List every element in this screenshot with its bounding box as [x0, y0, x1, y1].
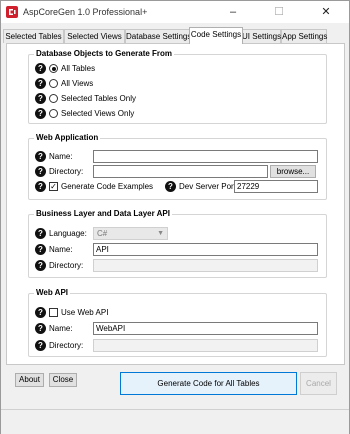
language-label: Language:: [49, 229, 87, 238]
language-select[interactable]: C# ▼: [93, 227, 168, 240]
api-name-label: Name:: [49, 245, 73, 254]
selected-tables-only-label[interactable]: Selected Tables Only: [61, 93, 136, 104]
business-layer-legend: Business Layer and Data Layer API: [34, 209, 172, 218]
app-window: AspCoreGen 1.0 Professional+ – ☐ ✕ Selec…: [0, 0, 350, 434]
minimize-button[interactable]: –: [210, 1, 256, 23]
code-settings-panel: Database Objects to Generate From ? All …: [6, 43, 345, 365]
web-app-directory-input[interactable]: [93, 165, 268, 178]
dev-port-label: Dev Server Port:: [179, 182, 239, 191]
language-select-value: C#: [97, 229, 108, 238]
help-icon[interactable]: ?: [35, 323, 46, 334]
maximize-button[interactable]: ☐: [256, 1, 302, 23]
window-title: AspCoreGen 1.0 Professional+: [23, 7, 148, 17]
business-layer-group: Business Layer and Data Layer API ? Lang…: [28, 209, 327, 278]
use-web-api-checkbox[interactable]: [49, 308, 58, 317]
all-views-radio[interactable]: [49, 79, 58, 88]
help-icon[interactable]: ?: [35, 307, 46, 318]
status-bar: [1, 409, 349, 434]
help-icon[interactable]: ?: [35, 63, 46, 74]
api-directory-label: Directory:: [49, 261, 84, 270]
help-icon[interactable]: ?: [35, 108, 46, 119]
all-tables-label[interactable]: All Tables: [61, 63, 95, 74]
tab-ui-settings[interactable]: UI Settings: [241, 29, 281, 43]
tab-selected-views[interactable]: Selected Views: [64, 29, 125, 43]
generate-examples-label[interactable]: Generate Code Examples: [61, 181, 153, 192]
tab-code-settings[interactable]: Code Settings: [189, 27, 243, 44]
dev-port-input[interactable]: 27229: [234, 180, 318, 193]
db-objects-group: Database Objects to Generate From ? All …: [28, 49, 327, 124]
help-icon[interactable]: ?: [35, 166, 46, 177]
web-app-name-input[interactable]: [93, 150, 318, 163]
close-button[interactable]: Close: [49, 373, 77, 387]
help-icon[interactable]: ?: [35, 244, 46, 255]
tab-selected-tables[interactable]: Selected Tables: [3, 29, 64, 43]
selected-views-only-radio[interactable]: [49, 109, 58, 118]
app-logo-icon: [6, 6, 18, 18]
help-icon[interactable]: ?: [35, 78, 46, 89]
browse-button[interactable]: browse...: [270, 165, 316, 178]
api-directory-input[interactable]: [93, 259, 318, 272]
all-tables-radio[interactable]: [49, 64, 58, 73]
help-icon[interactable]: ?: [35, 181, 46, 192]
tab-database-settings[interactable]: Database Settings: [125, 29, 191, 43]
web-api-legend: Web API: [34, 288, 71, 297]
generate-code-button[interactable]: Generate Code for All Tables: [120, 372, 297, 395]
web-application-group: Web Application ? Name: ? Directory: bro…: [28, 133, 327, 200]
web-api-directory-input[interactable]: [93, 339, 318, 352]
help-icon[interactable]: ?: [35, 93, 46, 104]
generate-examples-checkbox[interactable]: ✓: [49, 182, 58, 191]
web-api-directory-label: Directory:: [49, 341, 84, 350]
help-icon[interactable]: ?: [35, 151, 46, 162]
selected-views-only-label[interactable]: Selected Views Only: [61, 108, 134, 119]
help-icon[interactable]: ?: [35, 340, 46, 351]
cancel-button[interactable]: Cancel: [300, 372, 337, 395]
help-icon[interactable]: ?: [35, 260, 46, 271]
all-views-label[interactable]: All Views: [61, 78, 93, 89]
help-icon[interactable]: ?: [35, 228, 46, 239]
selected-tables-only-radio[interactable]: [49, 94, 58, 103]
title-bar: AspCoreGen 1.0 Professional+ – ☐ ✕: [1, 1, 349, 23]
web-api-group: Web API ? Use Web API ? Name: WebAPI ? D…: [28, 288, 327, 357]
tab-app-settings[interactable]: App Settings: [281, 29, 327, 43]
api-name-input[interactable]: API: [93, 243, 318, 256]
help-icon[interactable]: ?: [165, 181, 176, 192]
web-api-name-label: Name:: [49, 324, 73, 333]
web-api-name-input[interactable]: WebAPI: [93, 322, 318, 335]
web-app-directory-label: Directory:: [49, 167, 84, 176]
web-app-name-label: Name:: [49, 152, 73, 161]
about-button[interactable]: About: [15, 373, 44, 387]
db-objects-legend: Database Objects to Generate From: [34, 49, 175, 58]
close-window-button[interactable]: ✕: [303, 1, 349, 23]
use-web-api-label[interactable]: Use Web API: [61, 307, 108, 318]
web-application-legend: Web Application: [34, 133, 101, 142]
chevron-down-icon: ▼: [157, 230, 164, 237]
